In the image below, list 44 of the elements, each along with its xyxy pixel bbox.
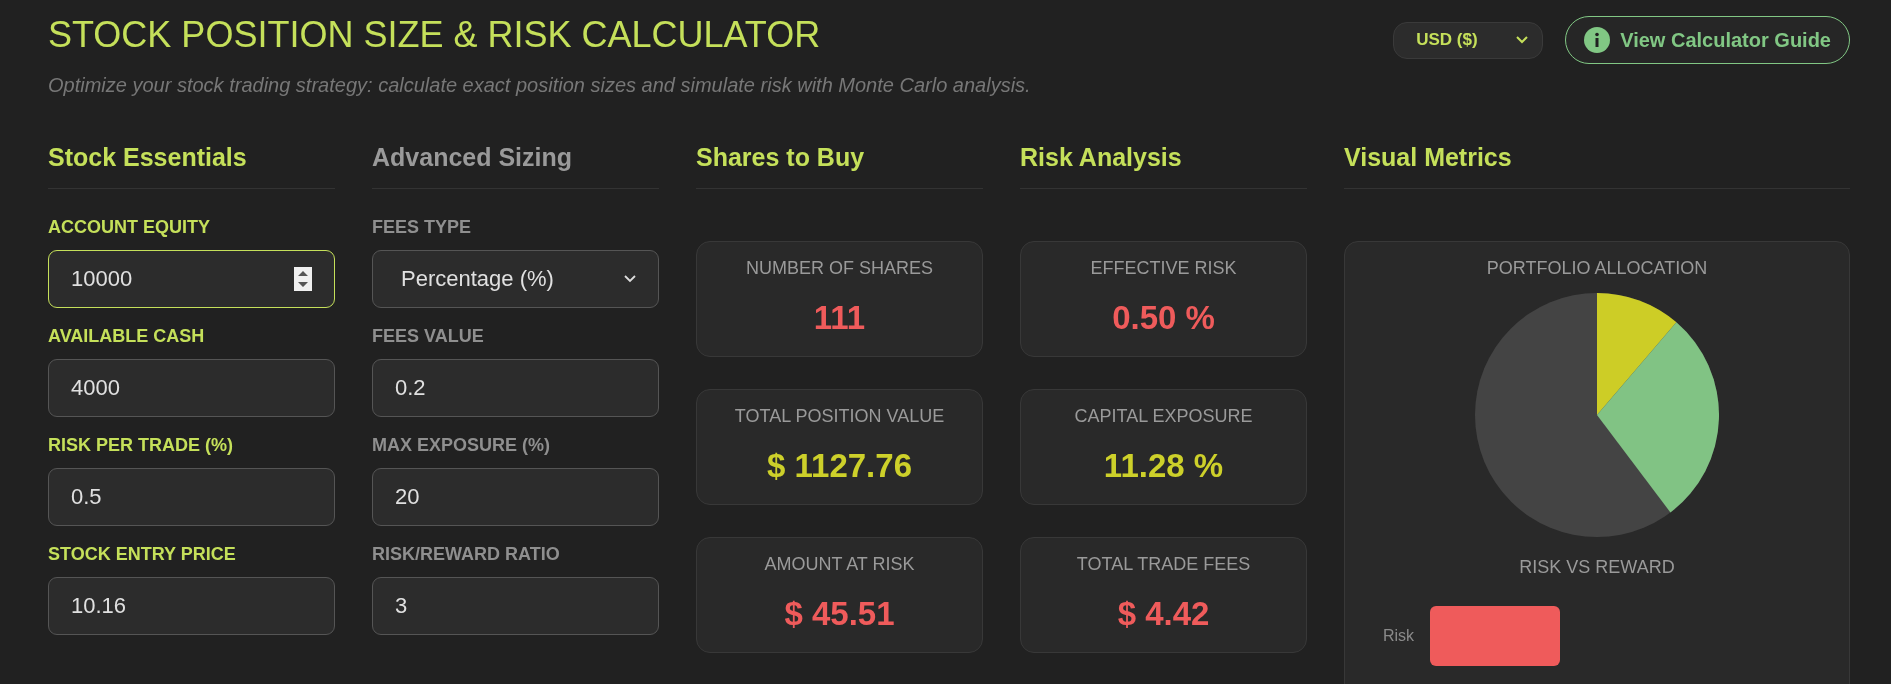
stat-value: 0.50 % <box>1112 299 1215 337</box>
section-heading: Risk Analysis <box>1020 137 1307 189</box>
field-label: STOCK ENTRY PRICE <box>48 544 237 565</box>
stat-value: $ 45.51 <box>784 595 895 633</box>
number-input-field[interactable]: 10000 <box>48 250 335 308</box>
section-heading: Visual Metrics <box>1344 137 1850 189</box>
stat-label: TOTAL POSITION VALUE <box>734 406 945 427</box>
bar-label: Risk <box>1383 627 1415 645</box>
stat-label: AMOUNT AT RISK <box>764 554 915 575</box>
stat-value: $ 4.42 <box>1117 595 1210 633</box>
input-field[interactable]: 4000 <box>48 359 335 417</box>
info-icon <box>1584 27 1611 53</box>
field-label: RISK/REWARD RATIO <box>372 544 561 565</box>
chevron-down-icon <box>624 275 636 283</box>
input-field[interactable]: 0.5 <box>48 468 335 526</box>
guide-button[interactable]: View Calculator Guide <box>1565 16 1850 64</box>
page-title: STOCK POSITION SIZE & RISK CALCULATOR <box>48 14 822 56</box>
section-heading: Shares to Buy <box>696 137 983 189</box>
page-subtitle: Optimize your stock trading strategy: calculate exact position sizes and simulate risk with Monte Carlo analysis. <box>48 74 1031 97</box>
stat-value: $ 1127.76 <box>767 447 912 485</box>
spinner-arrows-icon <box>294 267 312 291</box>
input-field[interactable]: 3 <box>372 577 659 635</box>
chart-title: PORTFOLIO ALLOCATION <box>1486 258 1708 279</box>
input-field[interactable]: 0.2 <box>372 359 659 417</box>
currency-select[interactable]: USD ($) <box>1393 21 1544 59</box>
stat-label: EFFECTIVE RISK <box>1090 258 1237 279</box>
stat-label: TOTAL TRADE FEES <box>1076 554 1251 575</box>
stat-value: 111 <box>813 299 866 337</box>
field-label: AVAILABLE CASH <box>48 326 206 347</box>
field-label: FEES VALUE <box>372 326 485 347</box>
chevron-down-icon <box>1516 36 1529 44</box>
stat-label: NUMBER OF SHARES <box>746 258 933 279</box>
input-field[interactable]: 20 <box>372 468 659 526</box>
field-label: MAX EXPOSURE (%) <box>372 435 552 456</box>
stat-value: 11.28 % <box>1103 447 1224 485</box>
select-field[interactable]: Percentage (%) <box>372 250 659 308</box>
field-label: ACCOUNT EQUITY <box>48 217 211 238</box>
section-heading: Advanced Sizing <box>372 137 659 189</box>
field-label: FEES TYPE <box>372 217 473 238</box>
input-field[interactable]: 10.16 <box>48 577 335 635</box>
section-heading: Stock Essentials <box>48 137 335 189</box>
chart-title: RISK VS REWARD <box>1519 557 1675 578</box>
stat-label: CAPITAL EXPOSURE <box>1074 406 1253 427</box>
field-label: RISK PER TRADE (%) <box>48 435 234 456</box>
